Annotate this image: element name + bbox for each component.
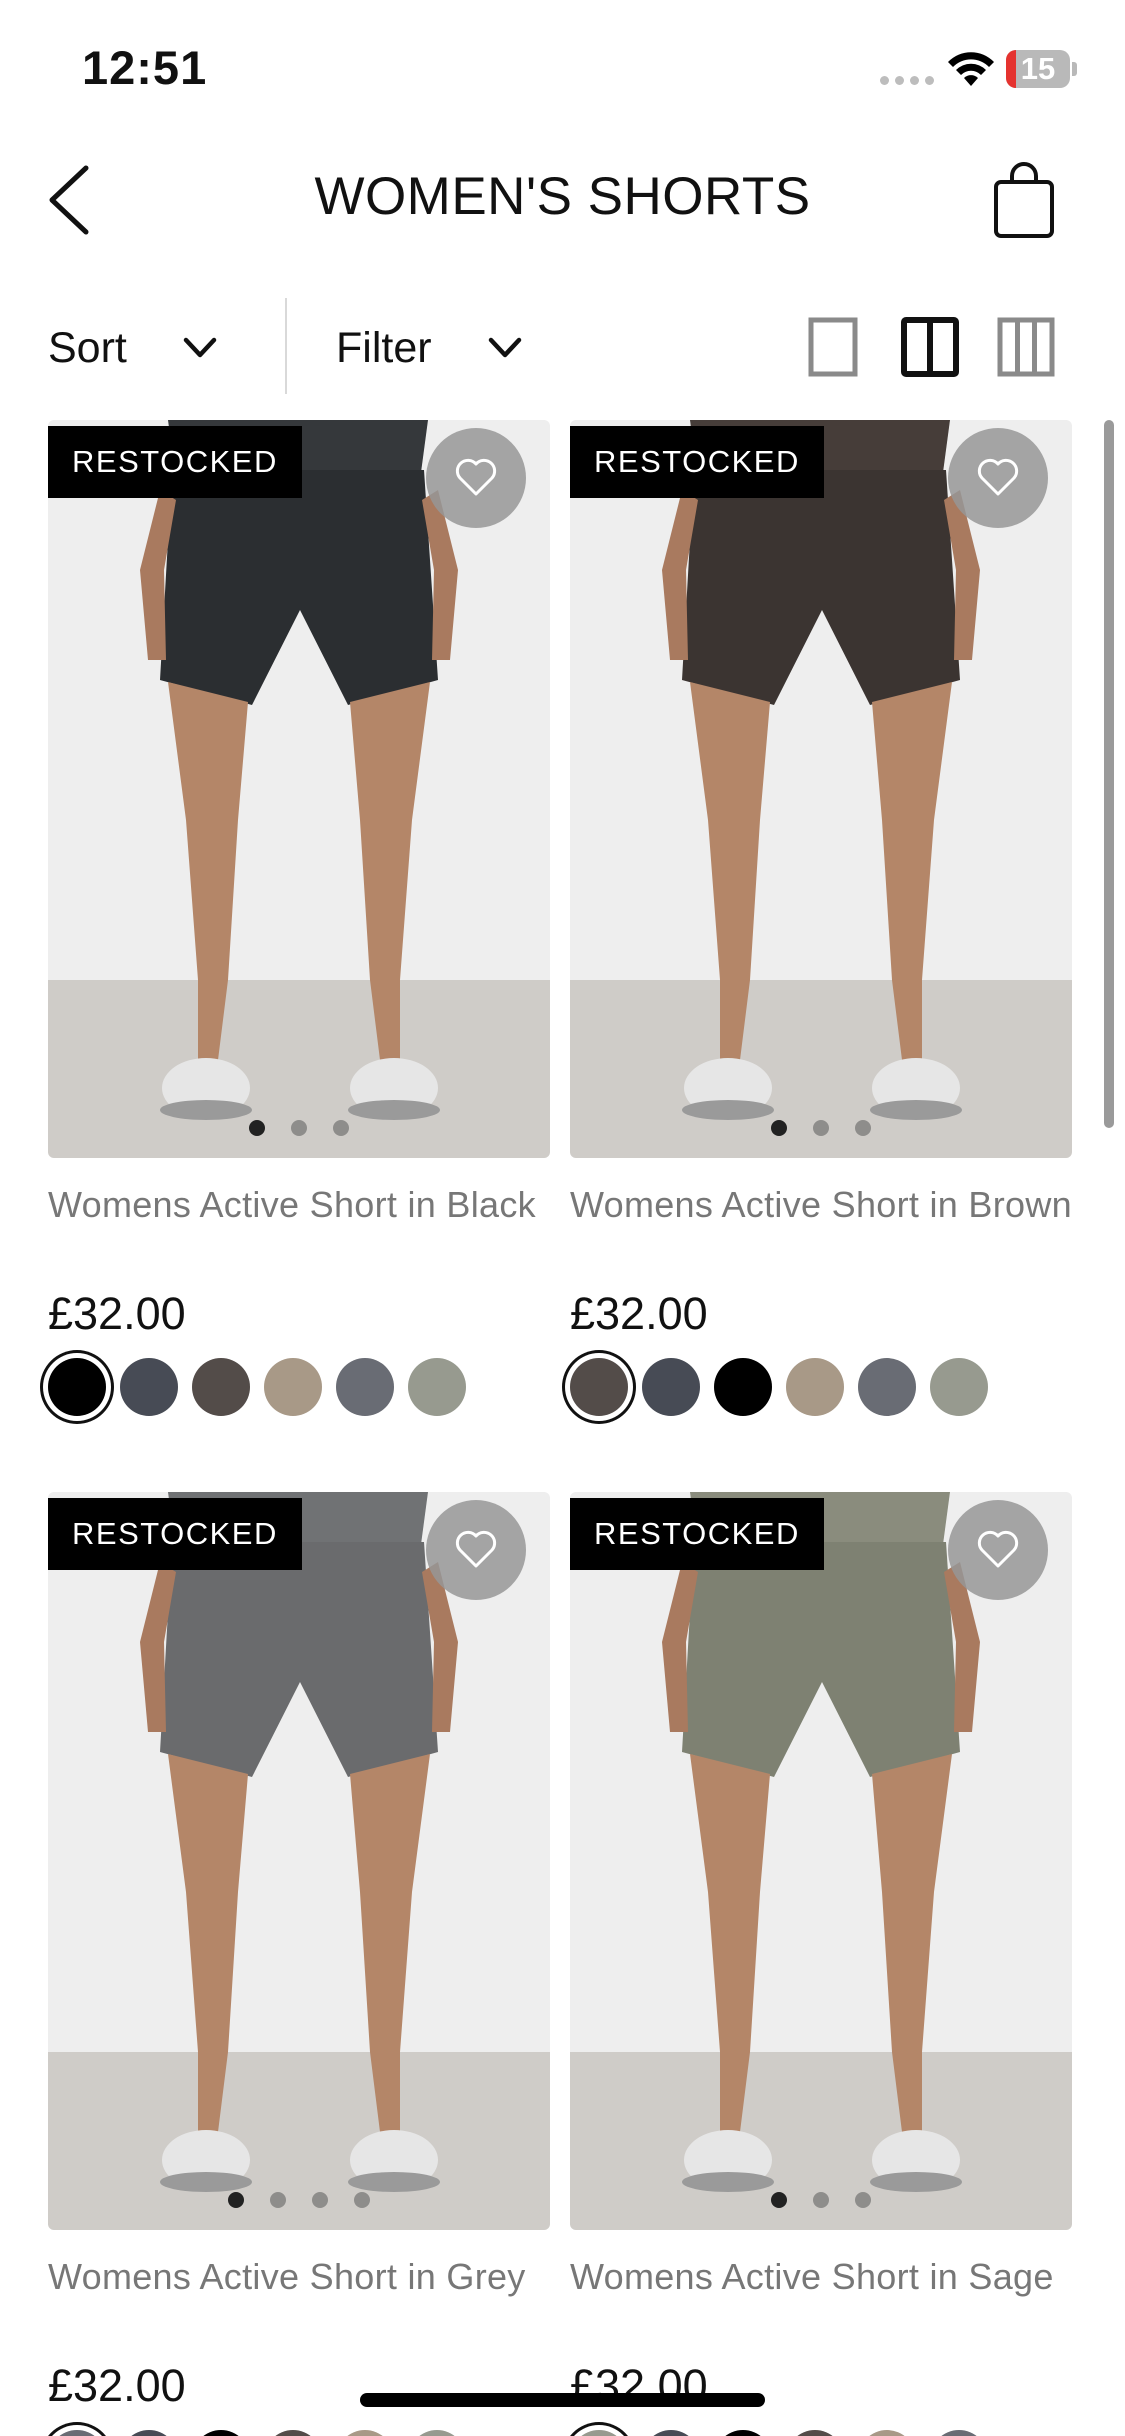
- carousel-dot[interactable]: [855, 1120, 871, 1136]
- heart-icon: [455, 458, 497, 496]
- color-swatch[interactable]: [336, 2430, 394, 2436]
- image-carousel-dots: [570, 1120, 1072, 1136]
- restocked-badge: RESTOCKED: [570, 426, 824, 498]
- nav-header: WOMEN'S SHORTS: [0, 140, 1125, 260]
- status-time: 12:51: [82, 41, 208, 94]
- two-column-view-icon[interactable]: [900, 316, 960, 378]
- product-photo: [570, 1492, 1072, 2230]
- color-swatch[interactable]: [264, 1358, 322, 1416]
- wishlist-button[interactable]: [948, 428, 1048, 528]
- chevron-down-icon: [183, 337, 217, 358]
- color-swatch[interactable]: [192, 1358, 250, 1416]
- single-column-view-icon[interactable]: [806, 316, 866, 378]
- color-swatch[interactable]: [786, 1358, 844, 1416]
- product-image[interactable]: RESTOCKED: [48, 1492, 550, 2230]
- sort-button[interactable]: Sort: [48, 320, 217, 376]
- color-swatch[interactable]: [930, 1358, 988, 1416]
- image-carousel-dots: [48, 1120, 550, 1136]
- color-swatch[interactable]: [786, 2430, 844, 2436]
- filter-button[interactable]: Filter: [336, 320, 522, 376]
- heart-icon: [977, 458, 1019, 496]
- product-image[interactable]: RESTOCKED: [570, 420, 1072, 1158]
- product-photo: [48, 420, 550, 1158]
- product-photo: [570, 420, 1072, 1158]
- color-swatches: [48, 1358, 466, 1416]
- carousel-dot[interactable]: [813, 1120, 829, 1136]
- chevron-down-icon: [488, 337, 521, 358]
- carousel-dot[interactable]: [291, 1120, 307, 1136]
- color-swatch[interactable]: [570, 2430, 628, 2436]
- color-swatch[interactable]: [48, 2430, 106, 2436]
- cellular-signal-icon: [880, 76, 934, 85]
- restocked-badge: RESTOCKED: [570, 1498, 824, 1570]
- carousel-dot[interactable]: [312, 2192, 328, 2208]
- color-swatch[interactable]: [120, 1358, 178, 1416]
- color-swatch[interactable]: [192, 2430, 250, 2436]
- sort-label: Sort: [48, 323, 127, 372]
- carousel-dot[interactable]: [771, 1120, 787, 1136]
- color-swatch[interactable]: [48, 1358, 106, 1416]
- restocked-badge: RESTOCKED: [48, 1498, 302, 1570]
- battery-icon: 15: [1006, 50, 1077, 88]
- three-column-view-icon[interactable]: [996, 316, 1056, 378]
- shopping-bag-icon[interactable]: [990, 160, 1058, 240]
- carousel-dot[interactable]: [771, 2192, 787, 2208]
- color-swatch[interactable]: [930, 2430, 988, 2436]
- product-name[interactable]: Womens Active Short in Brown: [570, 1184, 1080, 1226]
- product-photo: [48, 1492, 550, 2230]
- carousel-dot[interactable]: [270, 2192, 286, 2208]
- status-bar: 12:51 15: [0, 0, 1125, 140]
- color-swatches: [48, 2430, 466, 2436]
- product-image[interactable]: RESTOCKED: [570, 1492, 1072, 2230]
- carousel-dot[interactable]: [228, 2192, 244, 2208]
- carousel-dot[interactable]: [855, 2192, 871, 2208]
- wifi-icon: [948, 52, 994, 86]
- battery-level: 15: [1020, 51, 1056, 86]
- product-name[interactable]: Womens Active Short in Sage: [570, 2256, 1080, 2298]
- color-swatch[interactable]: [642, 1358, 700, 1416]
- product-image[interactable]: RESTOCKED: [48, 420, 550, 1158]
- carousel-dot[interactable]: [354, 2192, 370, 2208]
- color-swatch[interactable]: [408, 2430, 466, 2436]
- color-swatches: [570, 2430, 988, 2436]
- page-title: WOMEN'S SHORTS: [314, 167, 811, 226]
- image-carousel-dots: [570, 2192, 1072, 2208]
- product-price: £32.00: [48, 1288, 186, 1339]
- product-name[interactable]: Womens Active Short in Grey: [48, 2256, 558, 2298]
- home-indicator[interactable]: [360, 2393, 765, 2407]
- product-price: £32.00: [48, 2360, 186, 2411]
- carousel-dot[interactable]: [333, 1120, 349, 1136]
- wishlist-button[interactable]: [426, 428, 526, 528]
- wishlist-button[interactable]: [426, 1500, 526, 1600]
- image-carousel-dots: [48, 2192, 550, 2208]
- wishlist-button[interactable]: [948, 1500, 1048, 1600]
- color-swatch[interactable]: [858, 2430, 916, 2436]
- heart-icon: [455, 1530, 497, 1568]
- color-swatches: [570, 1358, 988, 1416]
- sort-filter-toolbar: Sort Filter: [0, 298, 1125, 398]
- color-swatch[interactable]: [570, 1358, 628, 1416]
- color-swatch[interactable]: [858, 1358, 916, 1416]
- toolbar-divider: [285, 298, 287, 394]
- color-swatch[interactable]: [714, 2430, 772, 2436]
- scrollbar[interactable]: [1104, 420, 1114, 1128]
- filter-label: Filter: [336, 323, 432, 372]
- product-price: £32.00: [570, 1288, 708, 1339]
- color-swatch[interactable]: [120, 2430, 178, 2436]
- restocked-badge: RESTOCKED: [48, 426, 302, 498]
- color-swatch[interactable]: [264, 2430, 322, 2436]
- color-swatch[interactable]: [642, 2430, 700, 2436]
- heart-icon: [977, 1530, 1019, 1568]
- color-swatch[interactable]: [714, 1358, 772, 1416]
- product-name[interactable]: Womens Active Short in Black: [48, 1184, 558, 1226]
- carousel-dot[interactable]: [249, 1120, 265, 1136]
- color-swatch[interactable]: [408, 1358, 466, 1416]
- color-swatch[interactable]: [336, 1358, 394, 1416]
- carousel-dot[interactable]: [813, 2192, 829, 2208]
